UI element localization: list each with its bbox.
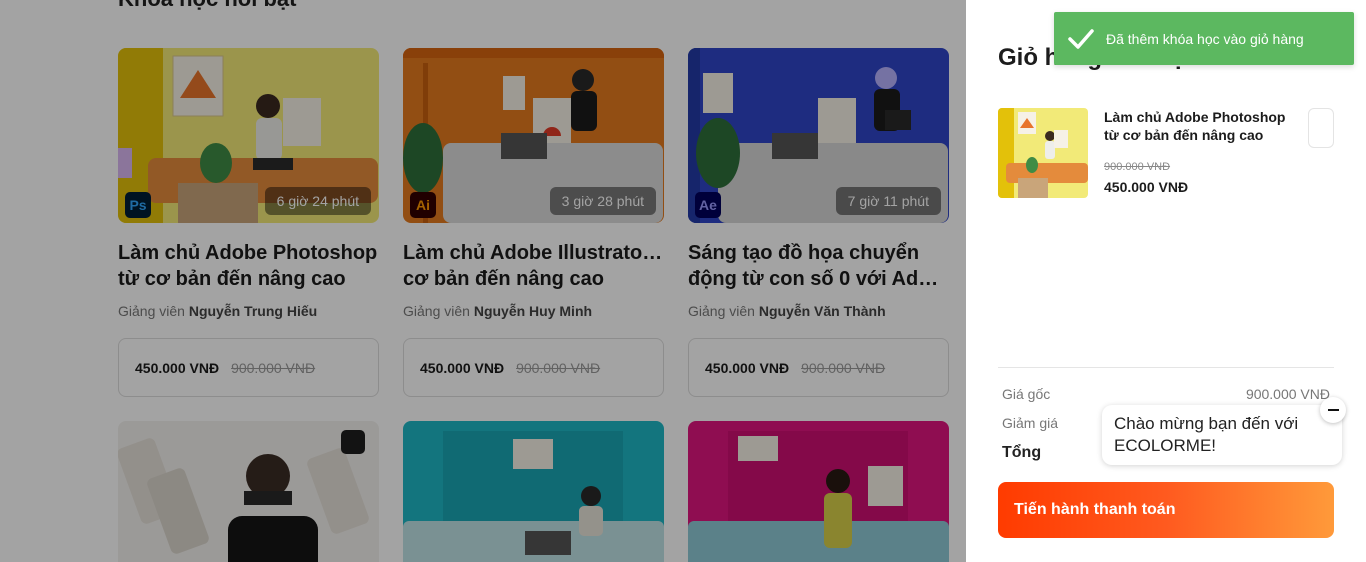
original-price-row: Giá gốc 900.000 VNĐ bbox=[1002, 386, 1330, 402]
minimize-chat-button[interactable] bbox=[1320, 397, 1346, 423]
checkmark-icon bbox=[1068, 28, 1094, 49]
discount-label: Giảm giá bbox=[1002, 415, 1059, 431]
summary-divider bbox=[998, 367, 1334, 368]
total-label: Tổng bbox=[1002, 444, 1042, 461]
cart-item-name[interactable]: Làm chủ Adobe Photoshop từ cơ bản đến nâ… bbox=[1104, 108, 1304, 144]
toast-notification: Đã thêm khóa học vào giỏ hàng bbox=[1054, 12, 1354, 65]
cart-item: Làm chủ Adobe Photoshop từ cơ bản đến nâ… bbox=[998, 108, 1334, 198]
checkout-button[interactable]: Tiến hành thanh toán bbox=[998, 482, 1334, 538]
chat-welcome-bubble[interactable]: Chào mừng bạn đến với ECOLORME! bbox=[1102, 405, 1342, 465]
original-price-value: 900.000 VNĐ bbox=[1245, 386, 1330, 402]
cart-item-old-price: 900.000 VNĐ bbox=[1104, 161, 1171, 173]
cart-item-price: 450.000 VNĐ bbox=[1104, 179, 1189, 195]
remove-item-button[interactable] bbox=[1308, 108, 1334, 148]
cart-drawer: Giỏ hàng của bạn Làm chủ Adobe Photoshop… bbox=[966, 0, 1366, 562]
toast-message: Đã thêm khóa học vào giỏ hàng bbox=[1106, 30, 1304, 47]
cart-item-thumbnail[interactable] bbox=[998, 108, 1088, 198]
minus-icon bbox=[1327, 409, 1339, 411]
original-price-label: Giá gốc bbox=[1002, 386, 1051, 402]
